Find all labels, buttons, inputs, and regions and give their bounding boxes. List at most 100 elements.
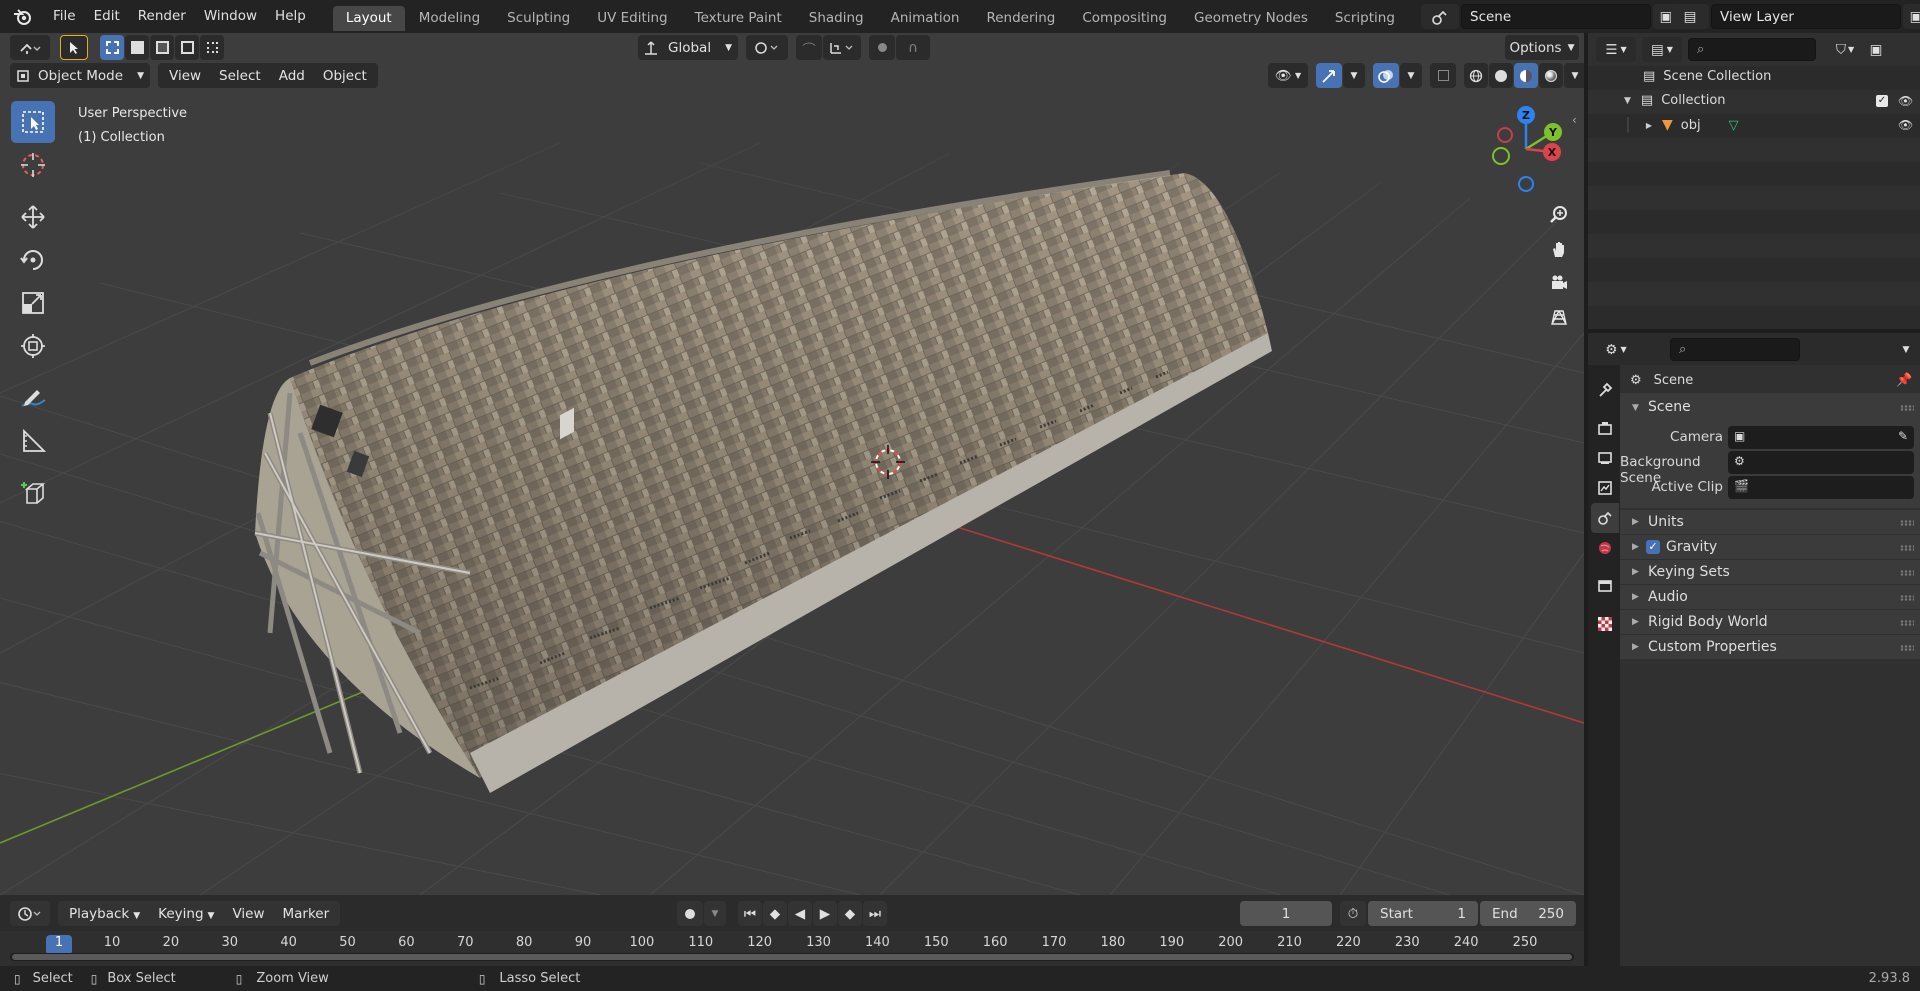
eyedropper-icon[interactable]: ✎ (1898, 429, 1908, 443)
drag-handle-icon[interactable] (1900, 405, 1914, 411)
custom-properties-panel[interactable]: ▶ Custom Properties (1620, 635, 1920, 659)
drag-handle-icon[interactable] (1900, 545, 1914, 551)
properties-search-input[interactable]: ⌕ (1670, 338, 1800, 361)
camera-field[interactable]: ▣ ✎ (1728, 426, 1914, 449)
tab-geometry-nodes[interactable]: Geometry Nodes (1181, 6, 1321, 31)
menu-select[interactable]: Select (210, 68, 270, 84)
annotate-tool-icon[interactable] (11, 377, 55, 419)
scale-tool-icon[interactable] (11, 282, 55, 324)
tab-texture-paint[interactable]: Texture Paint (682, 6, 795, 31)
tab-scripting[interactable]: Scripting (1322, 6, 1408, 31)
tree-item-collection[interactable]: ▼ ▤ Collection ✓ 👁 📷 (1624, 93, 1920, 108)
perspective-toggle-icon[interactable] (1542, 300, 1576, 334)
auto-keying-icon[interactable] (677, 901, 703, 926)
drag-handle-icon[interactable] (1900, 620, 1914, 626)
tab-compositing[interactable]: Compositing (1069, 6, 1180, 31)
world-properties-icon[interactable] (1591, 533, 1619, 563)
play-reverse-icon[interactable]: ◀ (788, 901, 812, 926)
expand-arrow-icon[interactable]: ▼ (1624, 96, 1631, 106)
menu-add[interactable]: Add (270, 68, 314, 84)
tool-properties-icon[interactable] (1591, 375, 1619, 405)
add-cube-tool-icon[interactable] (11, 472, 55, 514)
select-extend-icon[interactable] (125, 35, 149, 60)
solid-shading-icon[interactable] (1489, 63, 1513, 88)
tab-shading[interactable]: Shading (796, 6, 877, 31)
view-layer-browse-button[interactable]: ▤ (1671, 4, 1709, 29)
outliner-editor-type-button[interactable]: ☰ ▼ (1596, 37, 1636, 62)
menu-keying[interactable]: Keying ▼ (149, 906, 223, 922)
move-tool-icon[interactable] (11, 196, 55, 238)
snap-toggle-icon[interactable]: ⌒ (796, 35, 822, 60)
overlay-toggle-icon[interactable] (1373, 63, 1399, 88)
jump-start-icon[interactable]: ⏮ (738, 901, 762, 926)
menu-edit[interactable]: Edit (85, 0, 129, 33)
active-clip-field[interactable]: 🎬 (1728, 476, 1914, 499)
menu-playback[interactable]: Playback ▼ (60, 906, 149, 922)
tree-item-obj[interactable]: │ ▶ ▼ obj ▽ 👁 📷 (1624, 117, 1920, 133)
filter-icon[interactable]: ⛉ ▼ (1828, 37, 1862, 62)
tab-sculpting[interactable]: Sculpting (494, 6, 583, 31)
jump-end-icon[interactable]: ⏭ (863, 901, 887, 926)
3d-viewport[interactable]: Global ▼ ⌒ ∩ Options ▼ Object Mode ▼ Vie… (0, 33, 1584, 895)
select-subtract-icon[interactable] (150, 35, 174, 60)
exclude-checkbox[interactable]: ✓ (1876, 94, 1888, 107)
view-layer-field[interactable]: View Layer (1711, 4, 1901, 29)
timeline-editor-type-button[interactable] (10, 901, 50, 926)
drag-handle-icon[interactable] (1900, 595, 1914, 601)
menu-help[interactable]: Help (266, 0, 315, 33)
units-panel[interactable]: ▶ Units (1620, 510, 1920, 534)
scene-name-field[interactable]: Scene (1461, 4, 1651, 29)
scene-browse-button[interactable] (1421, 4, 1459, 29)
measure-tool-icon[interactable] (11, 420, 55, 462)
transform-orientation-select[interactable]: Global ▼ (638, 35, 738, 60)
tab-rendering[interactable]: Rendering (973, 6, 1068, 31)
panel-expand-icon[interactable]: ▼ (1632, 403, 1639, 413)
gravity-panel[interactable]: ▶ ✓ Gravity (1620, 535, 1920, 559)
view-layer-properties-icon[interactable] (1591, 473, 1619, 503)
xray-toggle-icon[interactable] (1430, 63, 1456, 88)
sidebar-toggle-icon[interactable]: ‹ (1572, 113, 1577, 127)
menu-view[interactable]: View (223, 906, 273, 922)
material-preview-icon[interactable] (1514, 63, 1538, 88)
properties-editor-type-button[interactable]: ⚙ ▼ (1596, 337, 1636, 362)
drag-handle-icon[interactable] (1900, 520, 1914, 526)
preview-range-icon[interactable]: ⏱ (1340, 901, 1366, 926)
output-properties-icon[interactable] (1591, 443, 1619, 473)
prev-keyframe-icon[interactable]: ◆ (763, 901, 787, 926)
keying-dropdown[interactable]: ▼ (704, 901, 726, 926)
menu-object[interactable]: Object (314, 68, 376, 84)
visibility-select[interactable]: 👁 ▼ (1268, 63, 1308, 88)
gizmo-dropdown[interactable]: ▼ (1343, 63, 1365, 88)
scene-properties-icon[interactable] (1591, 503, 1619, 533)
falloff-select[interactable]: ∩ (896, 35, 930, 60)
start-frame-field[interactable]: Start 1 (1368, 901, 1478, 926)
new-view-layer-icon[interactable]: ▣ (1903, 4, 1920, 29)
rotate-tool-icon[interactable] (11, 239, 55, 281)
menu-marker[interactable]: Marker (274, 906, 339, 922)
outliner-search-input[interactable]: ⌕ (1688, 38, 1816, 61)
pin-icon[interactable]: 📌 (1896, 373, 1912, 388)
tab-layout[interactable]: Layout (332, 6, 405, 31)
display-mode-select[interactable]: ▤ ▼ (1642, 37, 1682, 62)
options-button[interactable]: Options ▼ (1505, 35, 1579, 60)
properties-options-dropdown[interactable]: ▼ (1894, 337, 1918, 362)
proportional-edit-icon[interactable] (869, 35, 895, 60)
background-scene-field[interactable]: ⚙ (1728, 451, 1914, 474)
editor-type-button[interactable] (10, 35, 50, 60)
tab-animation[interactable]: Animation (878, 6, 973, 31)
play-icon[interactable]: ▶ (813, 901, 837, 926)
rigid-body-world-panel[interactable]: ▶ Rigid Body World (1620, 610, 1920, 634)
overlay-dropdown[interactable]: ▼ (1400, 63, 1422, 88)
audio-panel[interactable]: ▶ Audio (1620, 585, 1920, 609)
tree-item-scene-collection[interactable]: ▤ Scene Collection (1643, 69, 1771, 84)
visibility-eye-icon[interactable]: 👁 (1898, 94, 1913, 108)
keying-sets-panel[interactable]: ▶ Keying Sets (1620, 560, 1920, 584)
mode-select[interactable]: Object Mode ▼ (10, 63, 150, 88)
rendered-shading-icon[interactable] (1539, 63, 1563, 88)
select-intersect-icon[interactable] (200, 35, 224, 60)
timeline-scrollbar[interactable] (10, 953, 1574, 961)
next-keyframe-icon[interactable]: ◆ (838, 901, 862, 926)
snap-target-select[interactable] (823, 35, 861, 60)
gizmo-toggle-icon[interactable] (1316, 63, 1342, 88)
select-box-tool-icon[interactable] (11, 101, 55, 143)
